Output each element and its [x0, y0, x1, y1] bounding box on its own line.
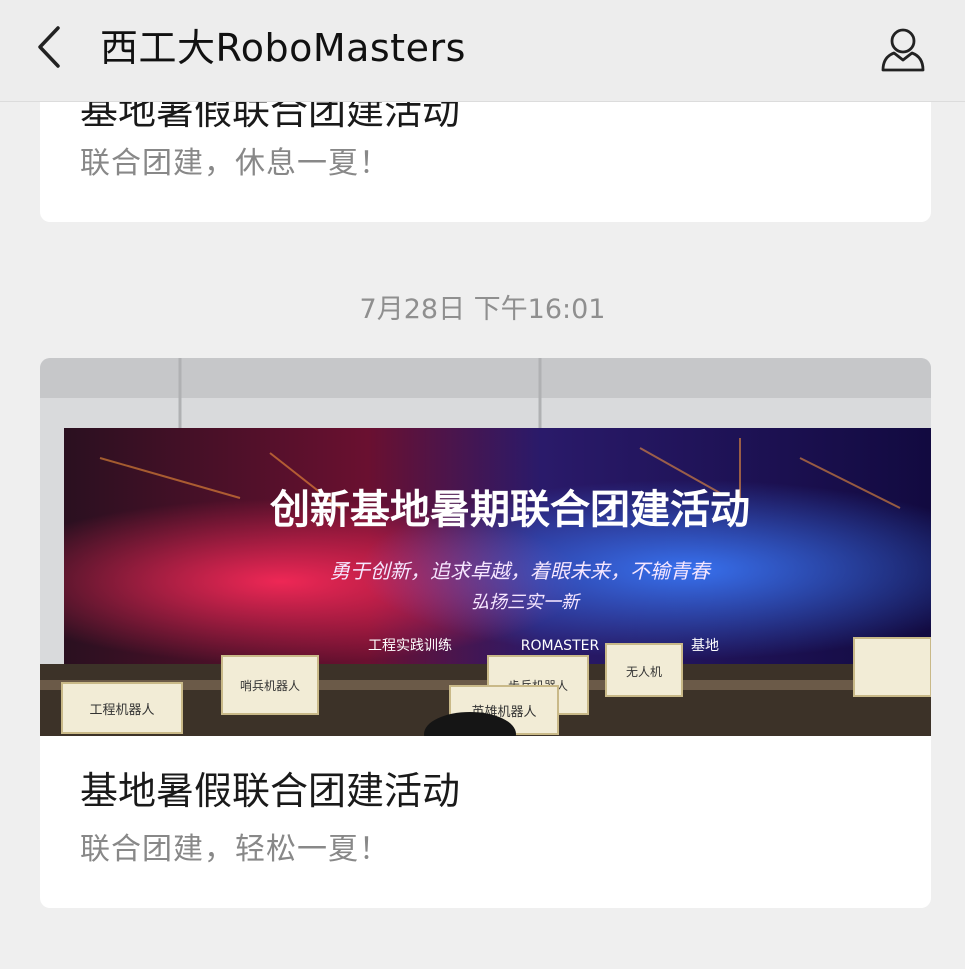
article-cover-image[interactable]: 创新基地暑期联合团建活动 勇于创新，追求卓越，着眼未来，不输青春 弘扬三实一新 … [40, 358, 931, 736]
banner-slogan-line2: 弘扬三实一新 [471, 592, 582, 613]
previous-article-summary: 联合团建，休息一夏！ [80, 146, 390, 181]
article-summary: 联合团建，轻松一夏！ [80, 832, 390, 867]
sign-sentry-robot: 哨兵机器人 [240, 678, 300, 693]
article-card[interactable]: 创新基地暑期联合团建活动 勇于创新，追求卓越，着眼未来，不输青春 弘扬三实一新 … [40, 358, 931, 908]
profile-button[interactable] [874, 20, 932, 78]
sign-drone: 无人机 [626, 665, 662, 679]
person-icon [881, 28, 925, 72]
banner-footer-left: 工程实践训练 [368, 638, 452, 654]
banner-footer-base: 基地 [691, 637, 719, 654]
article-title: 基地暑假联合团建活动 [80, 769, 461, 813]
banner-title: 创新基地暑期联合团建活动 [270, 487, 750, 533]
account-name: 西工大RoboMasters [100, 26, 466, 70]
banner-footer-right: ROMASTER [521, 638, 600, 654]
banner-slogan-line1: 勇于创新，追求卓越，着眼未来，不输青春 [330, 559, 712, 583]
back-button[interactable] [24, 22, 74, 72]
top-navigation-bar: 西工大RoboMasters [0, 0, 965, 102]
message-timestamp: 7月28日 下午16:01 [359, 294, 606, 325]
chevron-left-icon [38, 26, 60, 68]
sign-engineering-robot: 工程机器人 [89, 703, 154, 718]
